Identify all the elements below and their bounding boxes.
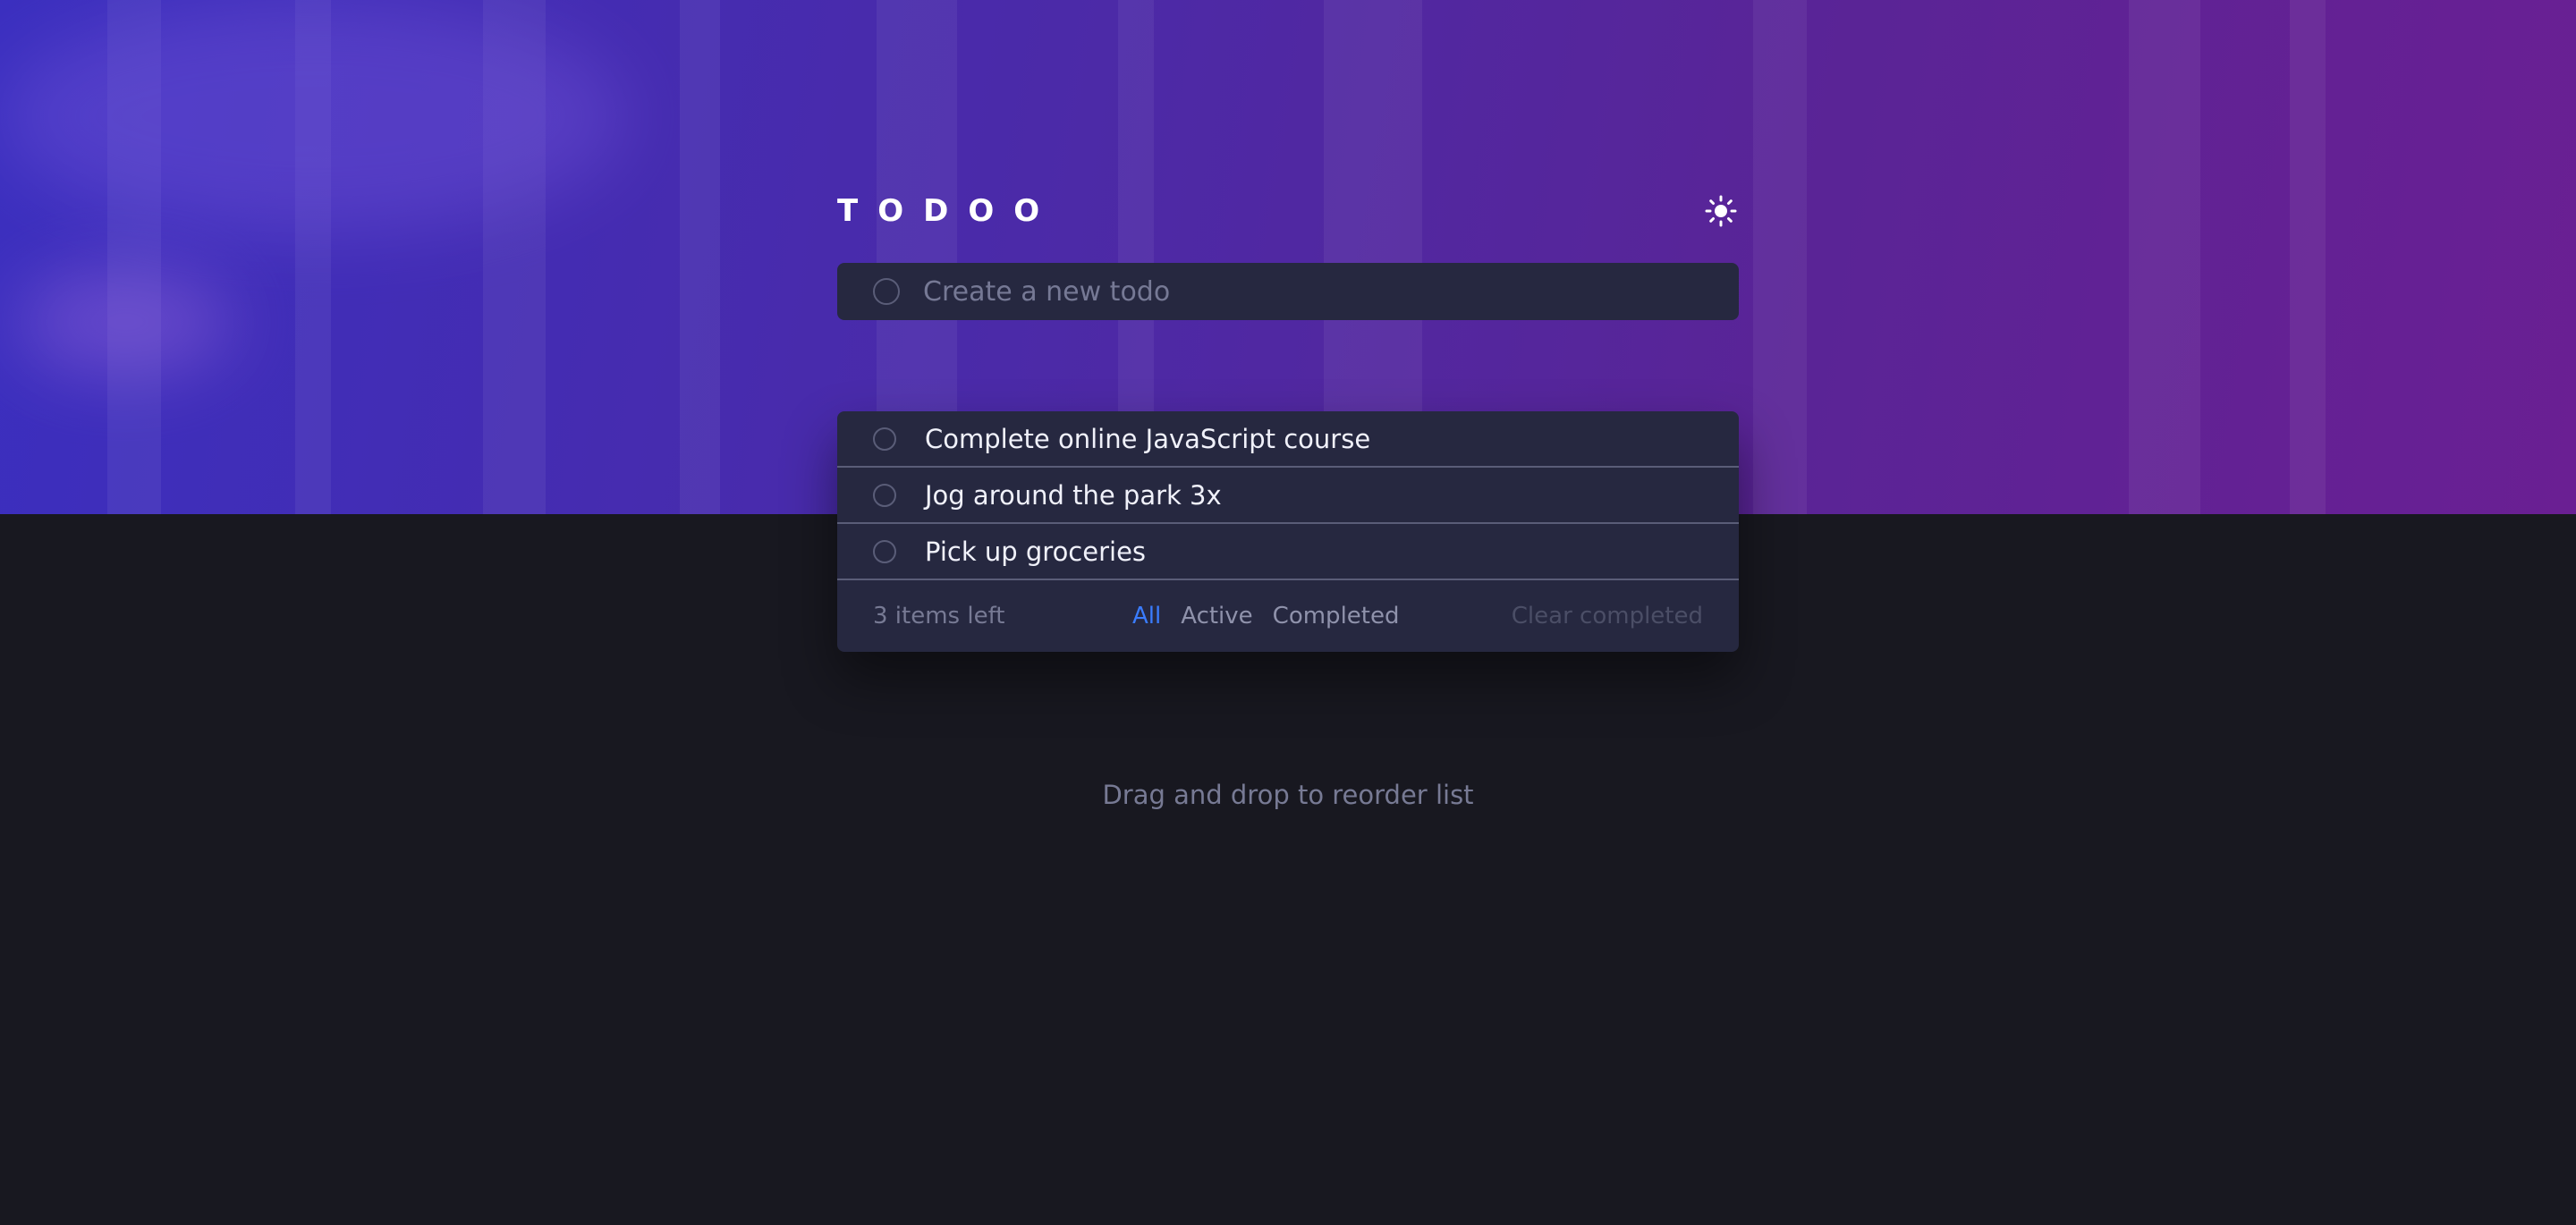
app-header: TODOO bbox=[837, 188, 1739, 234]
todo-app: TODOO Complete onli bbox=[837, 188, 1739, 652]
filter-group: All Active Completed bbox=[1132, 603, 1399, 629]
todo-item-text: Jog around the park 3x bbox=[925, 479, 1222, 511]
sun-icon bbox=[1705, 195, 1737, 227]
items-left-count: 3 items left bbox=[873, 603, 1005, 629]
list-footer: 3 items left All Active Completed Clear … bbox=[837, 580, 1739, 652]
filter-completed[interactable]: Completed bbox=[1273, 603, 1400, 629]
reorder-hint: Drag and drop to reorder list bbox=[1102, 780, 1474, 810]
todo-item-text: Pick up groceries bbox=[925, 536, 1147, 567]
theme-toggle-button[interactable] bbox=[1703, 193, 1739, 229]
new-todo-bar bbox=[837, 263, 1739, 320]
filter-all[interactable]: All bbox=[1132, 603, 1161, 629]
new-todo-check-circle-icon[interactable] bbox=[873, 278, 900, 305]
todo-item[interactable]: Pick up groceries bbox=[837, 524, 1739, 580]
todo-check-circle-icon[interactable] bbox=[873, 427, 896, 451]
filter-active[interactable]: Active bbox=[1181, 603, 1252, 629]
todo-item[interactable]: Jog around the park 3x bbox=[837, 468, 1739, 524]
clear-completed-button[interactable]: Clear completed bbox=[1512, 603, 1703, 629]
new-todo-input[interactable] bbox=[921, 275, 1640, 308]
todo-list: Complete online JavaScript course Jog ar… bbox=[837, 411, 1739, 652]
todo-item-text: Complete online JavaScript course bbox=[925, 423, 1371, 454]
app-title: TODOO bbox=[837, 193, 1060, 229]
todo-item[interactable]: Complete online JavaScript course bbox=[837, 411, 1739, 468]
todo-check-circle-icon[interactable] bbox=[873, 539, 896, 563]
todo-check-circle-icon[interactable] bbox=[873, 483, 896, 507]
